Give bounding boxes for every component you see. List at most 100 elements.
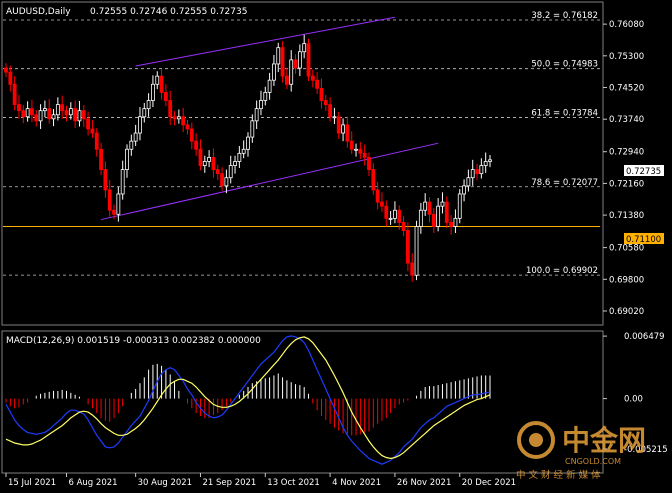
candle-body bbox=[362, 152, 367, 158]
candle-body bbox=[207, 157, 212, 162]
candle-body bbox=[306, 43, 311, 77]
candle-body bbox=[367, 157, 371, 170]
price-tick-label: 0.71380 bbox=[609, 211, 644, 221]
candle-body bbox=[427, 201, 432, 215]
fibonacci-lines: 38.2 = 0.76182 50.0 = 0.74983 61.8 = 0.737… bbox=[3, 11, 600, 276]
candle-body bbox=[112, 209, 116, 215]
candle-body bbox=[414, 226, 419, 276]
watermark-slogan: 中 文 财 经 新 媒 体 bbox=[516, 469, 601, 481]
candle-body bbox=[215, 169, 220, 175]
candle-body bbox=[107, 189, 112, 211]
candle-body bbox=[354, 148, 358, 151]
candle-body bbox=[267, 79, 272, 93]
candle-body bbox=[159, 75, 164, 93]
date-tick-label: 20 Dec 2021 bbox=[462, 478, 516, 488]
candle-body bbox=[479, 165, 484, 175]
candle-body bbox=[51, 114, 56, 120]
candle-body bbox=[423, 201, 428, 211]
candle-body bbox=[302, 43, 307, 53]
candle-body bbox=[375, 189, 380, 203]
watermark-site: CNGOLD.COM bbox=[565, 457, 621, 466]
candle-body bbox=[8, 71, 13, 85]
symbol-timeframe: AUDUSD,Daily bbox=[6, 7, 71, 17]
candle-body bbox=[38, 110, 43, 122]
candle-body bbox=[99, 148, 103, 170]
chart-canvas[interactable]: 38.2 = 0.76182 50.0 = 0.74983 61.8 = 0.737… bbox=[0, 0, 672, 493]
candle-body bbox=[116, 193, 121, 215]
hline-price-tag: 0.71100 bbox=[624, 233, 664, 245]
candle-body bbox=[436, 205, 441, 227]
watermark-logo: 中金网 CNGOLD.COM 中 文 财 经 新 媒 体 bbox=[516, 421, 646, 481]
candle-body bbox=[259, 100, 263, 110]
candle-body bbox=[315, 79, 320, 89]
candle-body bbox=[138, 116, 142, 134]
candle-body bbox=[250, 120, 255, 138]
date-tick-label: 30 Aug 2021 bbox=[138, 478, 192, 488]
candle-body bbox=[263, 91, 268, 101]
candle-body bbox=[475, 169, 479, 175]
price-tick-label: 0.73740 bbox=[609, 115, 644, 125]
candle-body bbox=[254, 108, 259, 122]
candle-body bbox=[120, 169, 125, 195]
candle-body bbox=[444, 201, 449, 223]
candle-body bbox=[466, 177, 471, 187]
candle-body bbox=[440, 201, 445, 207]
date-tick-label: 21 Sep 2021 bbox=[202, 478, 256, 488]
current-price-tag: 0.72735 bbox=[624, 165, 664, 177]
candle-body bbox=[410, 262, 415, 276]
candle-body bbox=[25, 108, 30, 118]
candle-body bbox=[319, 87, 324, 101]
candle-body bbox=[17, 104, 21, 112]
candle-body bbox=[129, 140, 134, 150]
candle-body bbox=[185, 124, 190, 130]
price-tick-label: 0.70580 bbox=[609, 244, 644, 254]
macd-tick-label: 0.00 bbox=[624, 395, 643, 405]
candle-body bbox=[336, 116, 341, 134]
candle-body bbox=[4, 67, 8, 73]
candle-body bbox=[384, 205, 389, 219]
candle-body bbox=[90, 128, 95, 134]
candle-body bbox=[453, 217, 458, 227]
ohlc-values: 0.72555 0.72746 0.72555 0.72735 bbox=[90, 7, 247, 17]
candle-body bbox=[397, 209, 402, 223]
candle-body bbox=[246, 136, 250, 150]
candle-body bbox=[405, 230, 410, 264]
candle-body bbox=[189, 128, 194, 142]
candle-body bbox=[220, 173, 224, 187]
candle-body bbox=[194, 140, 199, 150]
candlestick-series bbox=[4, 34, 492, 282]
candle-body bbox=[168, 100, 173, 118]
candle-body bbox=[380, 201, 384, 207]
candle-body bbox=[276, 47, 281, 65]
candle-body bbox=[34, 114, 39, 122]
date-tick-label: 6 Aug 2021 bbox=[69, 478, 118, 488]
candle-body bbox=[371, 169, 376, 191]
fib-label: 38.2 = 0.76182 bbox=[531, 11, 598, 21]
candle-body bbox=[233, 161, 237, 166]
candle-body bbox=[457, 193, 462, 219]
candle-body bbox=[142, 108, 147, 118]
macd-lines bbox=[5, 335, 491, 465]
candle-body bbox=[289, 59, 294, 85]
date-tick-label: 26 Nov 2021 bbox=[397, 478, 451, 488]
candle-body bbox=[12, 83, 17, 105]
candle-body bbox=[272, 63, 276, 81]
candle-body bbox=[151, 83, 155, 101]
price-channel[interactable] bbox=[100, 16, 439, 221]
fib-label: 78.6 = 0.72077 bbox=[531, 178, 598, 188]
candle-body bbox=[94, 132, 99, 150]
date-tick-label: 13 Oct 2021 bbox=[267, 478, 320, 488]
fib-label: 100.0 = 0.69902 bbox=[526, 266, 598, 276]
candle-body bbox=[449, 222, 454, 227]
price-tick-label: 0.72940 bbox=[609, 148, 644, 158]
candle-body bbox=[310, 75, 315, 81]
date-tick-label: 15 Jul 2021 bbox=[8, 478, 56, 488]
macd-main-line bbox=[5, 335, 491, 465]
candle-body bbox=[125, 148, 129, 170]
fib-label: 61.8 = 0.73784 bbox=[531, 108, 598, 118]
price-tick-label: 0.69020 bbox=[609, 307, 644, 317]
candle-body bbox=[42, 108, 47, 112]
macd-tick-label: 0.006479 bbox=[624, 332, 665, 342]
candle-body bbox=[393, 209, 397, 219]
macd-header: MACD(12,26,9) 0.001519 -0.000313 0.00238… bbox=[6, 336, 261, 346]
